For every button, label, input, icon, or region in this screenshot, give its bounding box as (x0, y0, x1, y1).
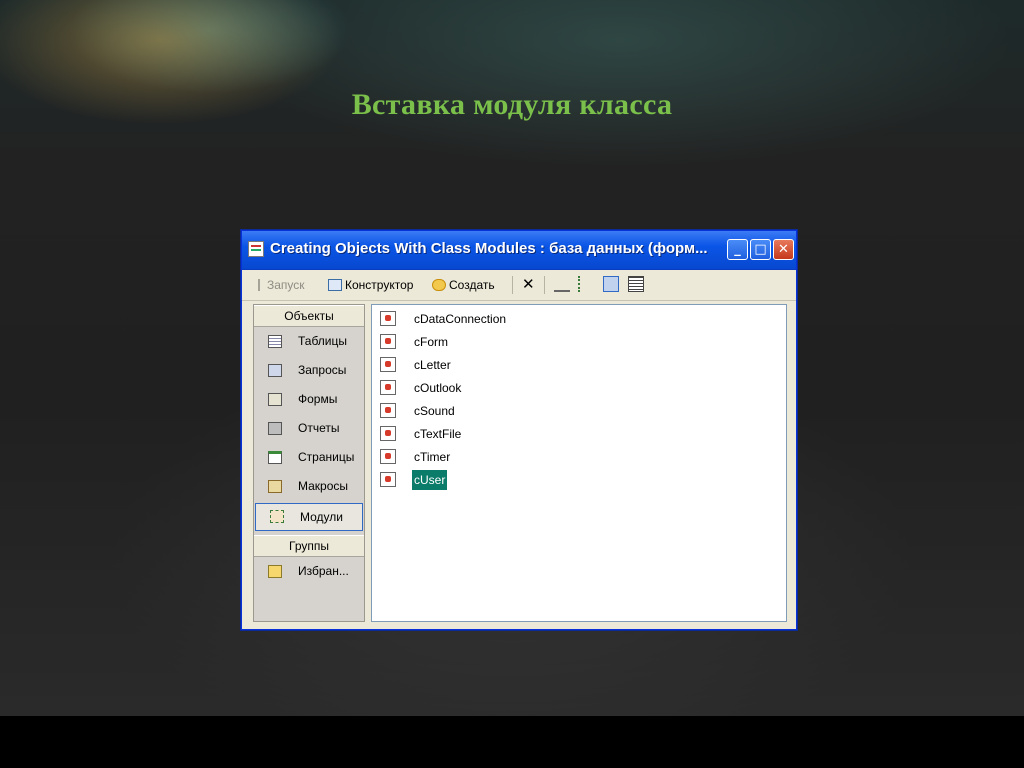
macro-icon (268, 480, 282, 493)
database-toolbar: Запуск Конструктор Создать ✕ (242, 270, 796, 301)
favorites-folder-icon (268, 565, 282, 578)
module-name: cTimer (414, 450, 451, 464)
objects-bar: Объекты Таблицы Запросы Формы Отчеты Стр… (253, 304, 365, 622)
class-module-icon (380, 426, 396, 441)
module-name: cTextFile (414, 427, 462, 441)
delete-icon[interactable]: ✕ (522, 276, 535, 294)
objects-item-forms[interactable]: Формы (254, 385, 364, 414)
create-button[interactable]: Создать (432, 276, 495, 294)
groups-item-favorites[interactable]: Избран... (254, 557, 364, 586)
groups-header[interactable]: Группы (254, 535, 364, 557)
objects-item-tables[interactable]: Таблицы (254, 327, 364, 356)
form-icon (268, 393, 282, 406)
maximize-button[interactable]: □ (750, 239, 771, 260)
modules-list[interactable]: cDataConnection cForm cLetter cOutlook c… (371, 304, 787, 622)
class-module-icon (380, 357, 396, 372)
class-module-icon (380, 403, 396, 418)
objects-item-label: Отчеты (298, 421, 340, 435)
class-module-icon (380, 380, 396, 395)
database-window: Creating Objects With Class Modules : ба… (241, 230, 797, 630)
toolbar-separator (512, 276, 513, 294)
objects-item-pages[interactable]: Страницы (254, 443, 364, 472)
run-icon (258, 279, 264, 291)
report-icon (268, 422, 282, 435)
slide-title: Вставка модуля класса (351, 88, 673, 121)
class-module-icon (380, 334, 396, 349)
module-name: cUser (412, 470, 448, 490)
objects-item-label: Страницы (298, 450, 355, 464)
objects-item-label: Запросы (298, 363, 347, 377)
objects-item-reports[interactable]: Отчеты (254, 414, 364, 443)
create-label: Создать (449, 278, 495, 292)
module-name: cOutlook (414, 381, 462, 395)
run-label: Запуск (267, 278, 305, 292)
class-module-icon (380, 472, 396, 487)
create-icon (432, 279, 446, 291)
objects-item-macros[interactable]: Макросы (254, 472, 364, 501)
close-button[interactable]: ✕ (773, 239, 794, 260)
run-button[interactable]: Запуск (258, 276, 305, 294)
list-view-icon[interactable] (603, 276, 619, 292)
table-icon (268, 335, 282, 348)
window-titlebar[interactable]: Creating Objects With Class Modules : ба… (242, 231, 796, 270)
module-name: cLetter (414, 358, 451, 372)
design-icon (328, 279, 342, 291)
toolbar-separator (544, 276, 545, 294)
objects-item-label: Таблицы (298, 334, 348, 348)
page-icon (268, 451, 282, 464)
class-module-icon (380, 311, 396, 326)
objects-item-label: Модули (300, 510, 343, 524)
objects-item-queries[interactable]: Запросы (254, 356, 364, 385)
module-name: cDataConnection (414, 312, 507, 326)
details-view-icon[interactable] (628, 276, 644, 292)
design-button[interactable]: Конструктор (328, 276, 413, 294)
objects-item-label: Макросы (298, 479, 349, 493)
minimize-button[interactable]: _ (727, 239, 748, 260)
module-icon (270, 510, 284, 523)
design-label: Конструктор (345, 278, 414, 292)
class-module-icon (380, 449, 396, 464)
objects-header[interactable]: Объекты (254, 305, 364, 327)
query-icon (268, 364, 282, 377)
module-name: cSound (414, 404, 455, 418)
window-title: Creating Objects With Class Modules : ба… (270, 240, 708, 257)
groups-item-label: Избран... (298, 564, 349, 578)
module-name: cForm (414, 335, 448, 349)
database-app-icon[interactable] (248, 241, 264, 257)
objects-item-modules[interactable]: Модули (255, 503, 363, 531)
small-icons-view-icon[interactable] (578, 276, 594, 292)
objects-item-label: Формы (298, 392, 338, 406)
slide-bottom-band (0, 716, 1024, 768)
large-icons-view-icon[interactable] (554, 276, 570, 292)
